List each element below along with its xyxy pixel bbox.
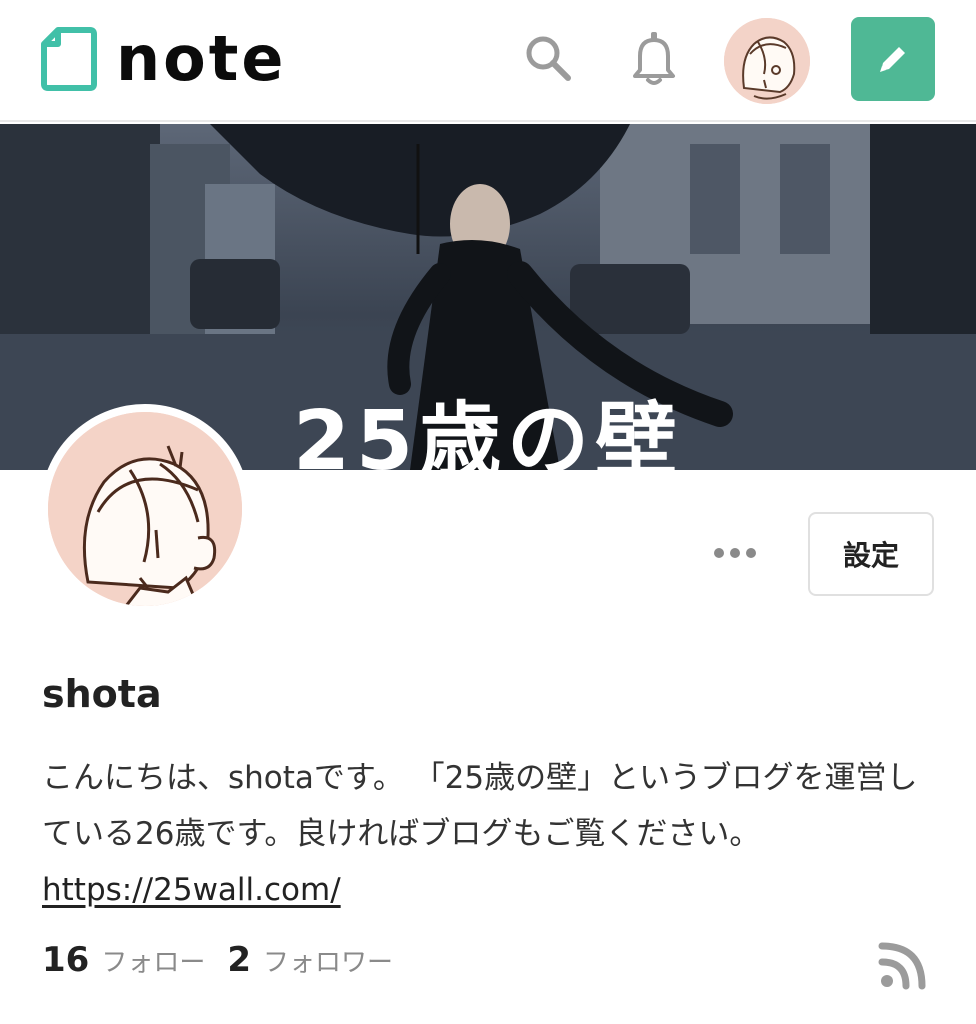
profile-avatar	[40, 404, 250, 614]
more-dots-icon	[714, 548, 724, 558]
logo-text: note	[116, 22, 287, 95]
settings-button[interactable]: 設定	[808, 512, 934, 596]
write-post-button[interactable]	[851, 17, 935, 101]
following-count[interactable]: 16	[42, 940, 89, 980]
notification-button[interactable]	[626, 30, 682, 86]
follow-stats: 16 フォロー 2 フォロワー	[42, 940, 415, 996]
followers-label[interactable]: フォロワー	[263, 942, 393, 979]
profile-username: shota	[42, 672, 162, 716]
following-label[interactable]: フォロー	[101, 942, 205, 979]
avatar	[724, 18, 810, 104]
more-dots-icon	[746, 548, 756, 558]
pencil-icon	[880, 47, 905, 72]
top-header: note	[0, 0, 976, 122]
rss-icon	[878, 942, 926, 990]
more-options-button[interactable]	[700, 530, 770, 576]
search-icon	[526, 36, 571, 81]
search-button[interactable]	[520, 30, 576, 86]
avatar-illustration	[48, 412, 242, 606]
more-dots-icon	[730, 548, 740, 558]
followers-count[interactable]: 2	[227, 940, 251, 980]
note-logo[interactable]: note	[40, 26, 286, 92]
bio-link[interactable]: https://25wall.com/	[42, 872, 341, 908]
rss-button[interactable]	[878, 940, 928, 990]
bio-text: こんにちは、shotaです。 「25歳の壁」というブログを運営している26歳です…	[42, 760, 918, 852]
profile-avatar-image	[48, 412, 242, 606]
note-logo-icon	[41, 27, 97, 91]
profile-bio: こんにちは、shotaです。 「25歳の壁」というブログを運営している26歳です…	[42, 750, 932, 918]
bell-icon	[633, 32, 675, 85]
user-avatar-button[interactable]	[724, 18, 810, 104]
